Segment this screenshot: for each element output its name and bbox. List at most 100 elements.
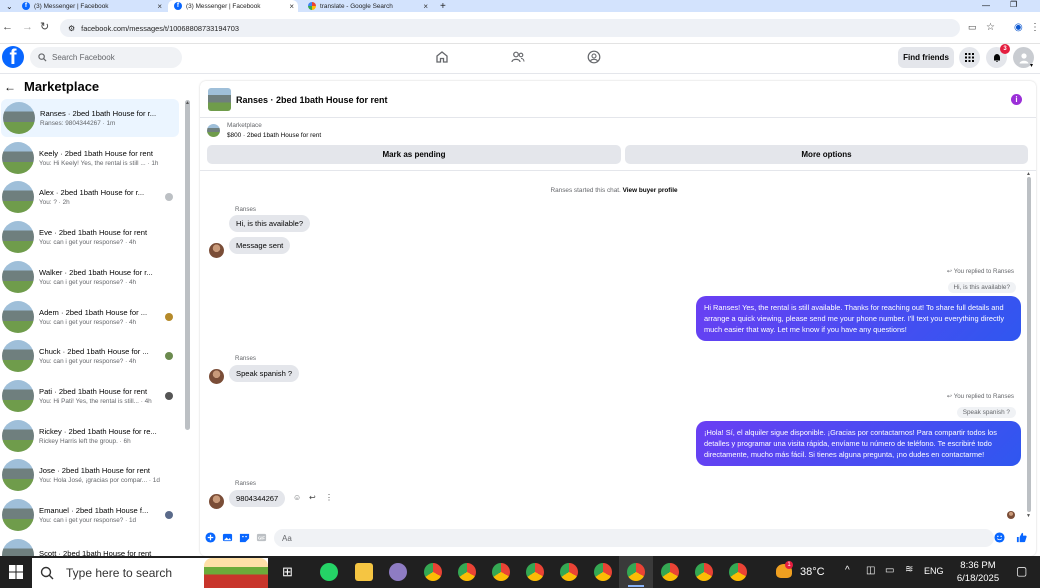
conversation-item[interactable]: Walker · 2bed 1bath House for r... You: c… <box>0 258 180 296</box>
account-chevron-down-icon[interactable]: ▾ <box>1030 62 1033 69</box>
outgoing-message-2[interactable]: ¡Hola! Sí, el alquiler sigue disponible.… <box>696 421 1021 466</box>
conversation-item[interactable]: Adem · 2bed 1bath House for ... You: can … <box>0 298 180 336</box>
scroll-down-arrow-icon[interactable]: ▼ <box>1026 513 1031 519</box>
sender-avatar[interactable] <box>209 243 224 258</box>
groups-icon[interactable] <box>587 50 601 64</box>
browser-menu-icon[interactable]: ⋮ <box>1030 22 1040 33</box>
close-tab-icon[interactable]: × <box>157 2 162 11</box>
friends-icon[interactable] <box>511 50 525 64</box>
task-view-icon[interactable]: ⊞ <box>282 564 293 580</box>
chrome-profile-icon-3[interactable] <box>492 563 510 581</box>
outgoing-message-1[interactable]: Hi Ranses! Yes, the rental is still avai… <box>696 296 1021 341</box>
chrome-profile-icon-7[interactable] <box>661 563 679 581</box>
search-highlight-picnic-image[interactable] <box>204 558 268 588</box>
chrome-profile-icon-6[interactable] <box>594 563 612 581</box>
chevron-up-icon[interactable]: ^ <box>845 565 850 576</box>
chrome-profile-icon-2[interactable] <box>458 563 476 581</box>
conversation-item[interactable]: Emanuel · 2bed 1bath House f... You: can … <box>0 496 180 534</box>
meet-now-icon[interactable]: ◫ <box>866 565 875 576</box>
chrome-profile-icon-4[interactable] <box>526 563 544 581</box>
address-bar[interactable]: ⚙ facebook.com/messages/t/10068808733194… <box>60 19 960 37</box>
minimize-window-icon[interactable]: — <box>982 1 990 10</box>
plus-circle-icon[interactable] <box>205 532 216 543</box>
reply-icon[interactable]: ↩ <box>309 493 316 502</box>
browser-tab-google[interactable]: translate - Google Search × <box>302 0 432 12</box>
conversation-item[interactable]: Pati · 2bed 1bath House for rent You: Hi … <box>0 377 180 415</box>
back-icon[interactable]: ← <box>2 22 13 33</box>
restore-window-icon[interactable]: ❐ <box>1010 0 1017 9</box>
sender-avatar[interactable] <box>209 369 224 384</box>
browser-tab-messenger-2[interactable]: f (3) Messenger | Facebook × <box>168 0 298 12</box>
conversation-item[interactable]: Ranses · 2bed 1bath House for r... Ranses… <box>1 99 179 137</box>
chrome-profile-icon-5[interactable] <box>560 563 578 581</box>
house-photo <box>2 260 34 293</box>
paint-icon[interactable] <box>389 563 407 581</box>
sticker-icon[interactable] <box>239 532 250 543</box>
taskbar-search-box[interactable]: Type here to search <box>32 558 268 588</box>
incoming-message-2[interactable]: Message sent <box>229 237 291 254</box>
photo-icon[interactable] <box>222 532 233 543</box>
clock[interactable]: 8:36 PM 6/18/2025 <box>954 559 1002 585</box>
mark-as-pending-button[interactable]: Mark as pending <box>207 145 621 164</box>
browser-tab-messenger-1[interactable]: f (3) Messenger | Facebook × <box>16 0 166 12</box>
conversation-item[interactable]: Scott · 2bed 1bath House for rent <box>0 536 180 556</box>
new-tab-button[interactable]: + <box>434 0 448 12</box>
listing-thumbnail[interactable] <box>208 88 231 111</box>
house-photo <box>2 340 34 373</box>
quoted-message-1[interactable]: Hi, is this available? <box>947 282 1016 293</box>
sender-avatar[interactable] <box>209 494 224 509</box>
chrome-profile-icon-8[interactable] <box>695 563 713 581</box>
thumbs-up-icon[interactable] <box>1016 532 1027 543</box>
battery-icon[interactable]: ▭ <box>885 565 894 576</box>
chrome-profile-icon-1[interactable] <box>424 563 442 581</box>
chrome-profile-icon-active[interactable] <box>627 563 645 581</box>
emoji-icon[interactable] <box>994 532 1005 543</box>
conversation-item[interactable]: Alex · 2bed 1bath House for r... You: ? ·… <box>0 178 180 216</box>
back-arrow-icon[interactable]: ← <box>4 80 16 94</box>
conversation-item[interactable]: Rickey · 2bed 1bath House for re... Ricke… <box>0 417 180 455</box>
conversation-name: Walker · 2bed 1bath House for r... <box>39 267 153 277</box>
message-input[interactable]: Aa <box>274 529 994 547</box>
find-friends-button[interactable]: Find friends <box>898 47 954 68</box>
chrome-profile-icon-9[interactable] <box>729 563 747 581</box>
language-indicator[interactable]: ENG <box>924 566 944 576</box>
incoming-message-3[interactable]: Speak spanish ? <box>229 365 300 382</box>
conversation-item[interactable]: Jose · 2bed 1bath House for rent You: Hol… <box>0 456 180 494</box>
more-options-button[interactable]: More options <box>625 145 1028 164</box>
facebook-logo[interactable]: f <box>2 46 24 68</box>
windows-start-icon[interactable] <box>9 565 23 579</box>
home-icon[interactable] <box>435 50 449 64</box>
sidebar-scrollbar[interactable] <box>185 100 190 430</box>
conversation-item[interactable]: Chuck · 2bed 1bath House for ... You: can… <box>0 337 180 375</box>
wifi-icon[interactable]: ≋ <box>905 564 913 575</box>
menu-grid-icon[interactable] <box>959 47 980 68</box>
whatsapp-icon[interactable] <box>320 563 338 581</box>
close-tab-icon[interactable]: × <box>423 2 428 11</box>
chat-title[interactable]: Ranses · 2bed 1bath House for rent <box>236 95 388 105</box>
conversation-item[interactable]: Eve · 2bed 1bath House for rent You: can … <box>0 218 180 256</box>
weather-temperature[interactable]: 38°C <box>800 566 825 578</box>
close-tab-icon[interactable]: × <box>289 2 294 11</box>
scroll-up-arrow-icon[interactable]: ▲ <box>1026 171 1031 177</box>
file-explorer-icon[interactable] <box>355 563 373 581</box>
conversation-info-icon[interactable]: i <box>1011 94 1022 105</box>
incoming-message-1[interactable]: Hi, is this available? <box>229 215 311 232</box>
react-emoji-icon[interactable]: ☺ <box>293 493 301 502</box>
forward-icon[interactable]: → <box>22 22 33 33</box>
search-facebook-input[interactable]: Search Facebook <box>30 47 182 68</box>
scroll-up-arrow-icon[interactable]: ▲ <box>185 100 190 106</box>
tab-strip-menu-button[interactable]: ⌄ <box>0 0 14 12</box>
cast-icon[interactable]: ▭ <box>968 22 977 33</box>
notification-center-icon[interactable]: ▢ <box>1016 564 1027 578</box>
view-buyer-profile-link[interactable]: View buyer profile <box>623 187 678 194</box>
reload-icon[interactable]: ↻ <box>40 22 49 33</box>
bookmark-star-icon[interactable]: ☆ <box>986 22 995 33</box>
chat-scrollbar[interactable] <box>1027 177 1031 512</box>
more-actions-icon[interactable]: ⋮ <box>325 493 333 502</box>
gif-icon[interactable]: GIF <box>256 532 267 543</box>
quoted-message-2[interactable]: Speak spanish ? <box>956 407 1016 418</box>
profile-icon[interactable]: ◉ <box>1014 22 1023 33</box>
site-info-icon[interactable]: ⚙ <box>68 24 75 33</box>
incoming-message-4[interactable]: 9804344267 <box>229 490 286 507</box>
conversation-item[interactable]: Keely · 2bed 1bath House for rent You: Hi… <box>0 139 180 177</box>
